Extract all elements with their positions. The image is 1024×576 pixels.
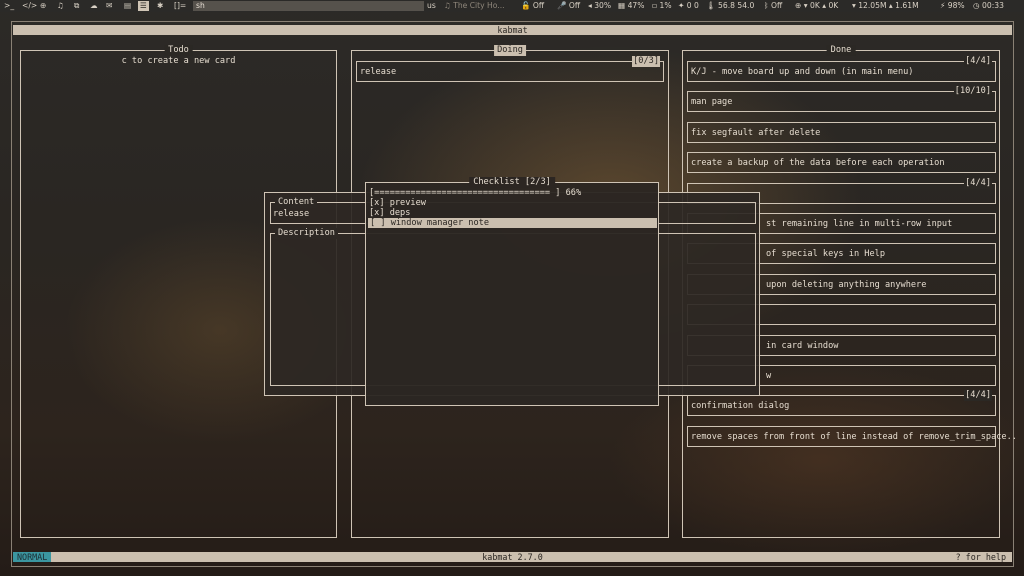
column-title-done: Done: [826, 45, 856, 56]
terminal-icon[interactable]: >_: [4, 1, 14, 11]
list-item[interactable]: confirmation dialog [4/4]: [687, 390, 996, 416]
mic-status[interactable]: 🎤 Off: [557, 1, 580, 11]
content-value: release: [273, 209, 310, 219]
list-item[interactable]: create a backup of the data before each …: [687, 152, 996, 173]
list-item[interactable]: K/J - move board up and down (in main me…: [687, 56, 996, 82]
memory-status: ▦ 47%: [618, 1, 645, 10]
volume-status[interactable]: ◂ 30%: [588, 1, 611, 11]
checklist-item-preview[interactable]: [x] preview: [369, 198, 426, 208]
card-text: st remaining line in multi-row input: [766, 219, 953, 229]
card-count: [10/10]: [953, 86, 992, 97]
checklist-item-deps[interactable]: [x] deps: [369, 208, 410, 218]
network-speed-a: ⊕ ▾ 0K ▴ 0K: [795, 1, 839, 10]
card-text: remove spaces from front of line instead…: [691, 432, 1017, 442]
code-icon[interactable]: </>: [22, 1, 37, 11]
window-title: sh: [193, 1, 424, 11]
workspace-active-icon[interactable]: ☰: [138, 1, 149, 11]
list-item[interactable]: fix segfault after delete: [687, 122, 996, 143]
list-item[interactable]: remove spaces from front of line instead…: [687, 426, 1017, 447]
checklist-progress: [================================== ] 66…: [369, 188, 582, 198]
card-text: upon deleting anything anywhere: [766, 280, 927, 290]
card-text: fix segfault after delete: [691, 128, 821, 138]
card-text: w: [766, 371, 772, 381]
description-label: Description: [275, 228, 338, 239]
card-text: man page: [691, 97, 733, 107]
content-label: Content: [275, 197, 318, 208]
checklist-item-window-manager-note[interactable]: [ ] window manager note: [368, 218, 657, 228]
app-title-bar: kabmat: [13, 25, 1012, 35]
help-hint[interactable]: ? for help: [956, 552, 1006, 562]
todo-hint: c to create a new card: [121, 56, 236, 66]
media-status[interactable]: ♫ The City Ho...: [444, 1, 505, 11]
system-status-bar: >_ </> ⊕ ♫ ⧉ ☁ ✉ ▤ ☰ ✱ []= sh us ♫ The C…: [0, 0, 1024, 12]
layout-indicator[interactable]: []=: [174, 1, 186, 11]
status-bar: NORMAL kabmat 2.7.0 ? for help: [13, 552, 1012, 562]
keyboard-layout[interactable]: us: [427, 1, 436, 11]
column-title-todo: Todo: [164, 45, 193, 56]
temperature-status: 🌡 56.8 54.0: [706, 1, 755, 10]
cpu-status: ▫ 1%: [652, 1, 672, 10]
list-item[interactable]: man page [10/10]: [687, 86, 996, 112]
chat-bubble-icon[interactable]: ✉: [106, 1, 112, 11]
card-text: of special keys in Help: [766, 249, 885, 259]
card-count: [0/3]: [632, 56, 660, 67]
updates-status: ✦ 0 0: [678, 1, 699, 10]
card-release[interactable]: release [0/3]: [356, 56, 664, 82]
checklist-title: Checklist [2/3]: [469, 177, 555, 188]
checklist-window[interactable]: Checklist [2/3] [=======================…: [365, 177, 659, 406]
battery-status: ⚡ 98%: [940, 1, 965, 10]
music-icon[interactable]: ♫: [57, 1, 64, 11]
mail-icon[interactable]: ▤: [124, 1, 131, 11]
clock: ◷ 00:33: [973, 1, 1004, 10]
globe-icon[interactable]: ⊕: [40, 1, 46, 11]
card-count: [4/4]: [964, 56, 992, 67]
card-text: K/J - move board up and down (in main me…: [691, 67, 914, 77]
bluetooth-status[interactable]: ᛒ Off: [764, 1, 782, 11]
card-text: confirmation dialog: [691, 401, 790, 411]
chat-icon[interactable]: ☁: [90, 1, 98, 11]
column-title-doing: Doing: [494, 45, 526, 56]
files-icon[interactable]: ⧉: [74, 1, 79, 11]
card-count: [4/4]: [964, 178, 992, 189]
card-count: [4/4]: [964, 390, 992, 401]
app-version: kabmat 2.7.0: [482, 552, 543, 562]
card-text: in card window: [766, 341, 839, 351]
card-text: release: [360, 67, 397, 77]
card-text: create a backup of the data before each …: [691, 158, 945, 168]
lock-status[interactable]: 🔓 Off: [521, 1, 544, 11]
workspace-asterisk[interactable]: ✱: [157, 1, 163, 11]
network-speed-b: ▾ 12.05M ▴ 1.61M: [852, 1, 919, 10]
